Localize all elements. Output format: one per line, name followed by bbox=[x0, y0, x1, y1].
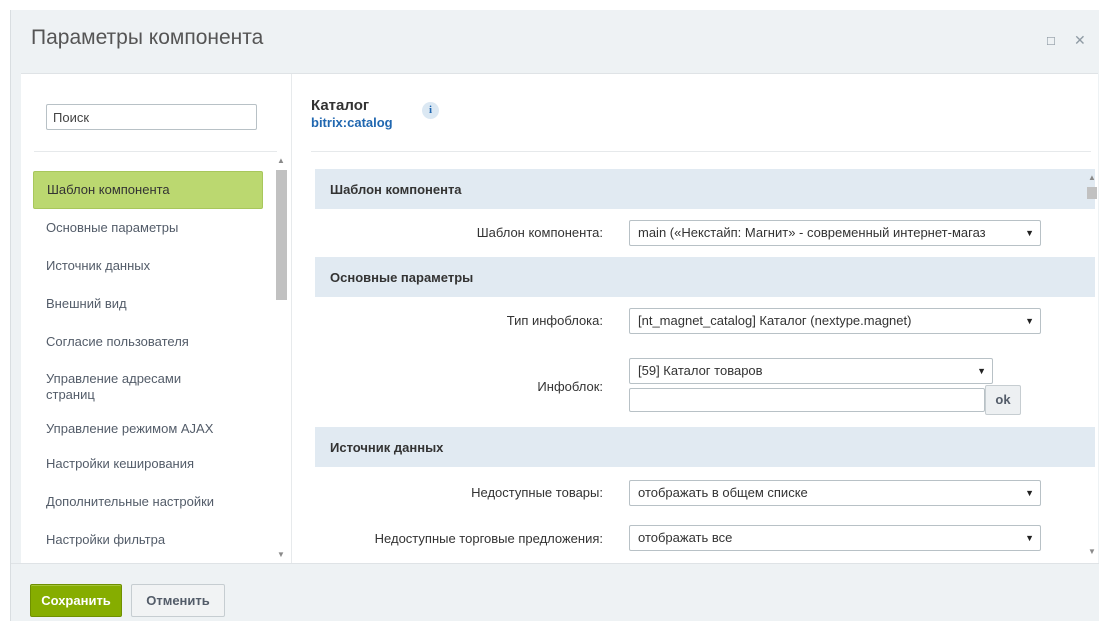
template-select[interactable]: main («Некстайп: Магнит» - современный и… bbox=[629, 220, 1041, 246]
scroll-up-icon[interactable]: ▲ bbox=[277, 156, 285, 165]
dropdown-arrow-icon: ▼ bbox=[1025, 533, 1034, 543]
iblock-type-select[interactable]: [nt_magnet_catalog] Каталог (nextype.mag… bbox=[629, 308, 1041, 334]
scrollbar-thumb[interactable] bbox=[1087, 187, 1097, 199]
scroll-up-icon[interactable]: ▲ bbox=[1088, 173, 1096, 182]
maximize-icon[interactable]: ☐ bbox=[1046, 35, 1056, 48]
ok-button[interactable]: ok bbox=[985, 385, 1021, 415]
cancel-button[interactable]: Отменить bbox=[131, 584, 225, 617]
main-panel: Каталог bitrix:catalog i Шаблон компонен… bbox=[293, 74, 1098, 564]
section-header-template: Шаблон компонента bbox=[315, 169, 1095, 209]
dropdown-arrow-icon: ▼ bbox=[977, 366, 986, 376]
section-header-source: Источник данных bbox=[315, 427, 1095, 467]
save-button[interactable]: Сохранить bbox=[30, 584, 122, 617]
param-label: Недоступные торговые предложения: bbox=[374, 531, 603, 546]
dropdown-arrow-icon: ▼ bbox=[1025, 228, 1034, 238]
dropdown-arrow-icon: ▼ bbox=[1025, 488, 1034, 498]
dialog-footer: Сохранить Отменить bbox=[11, 563, 1099, 621]
select-value: [nt_magnet_catalog] Каталог (nextype.mag… bbox=[638, 313, 912, 328]
sidebar-item-user-consent[interactable]: Согласие пользователя bbox=[33, 323, 263, 361]
sidebar: Шаблон компонента Основные параметры Ист… bbox=[21, 74, 292, 564]
dialog-title: Параметры компонента bbox=[31, 26, 264, 49]
param-label: Шаблон компонента: bbox=[476, 225, 603, 240]
param-row-iblock: Инфоблок: [59] Каталог товаров ▼ ok bbox=[315, 345, 1095, 427]
select-value: отображать все bbox=[638, 530, 733, 545]
scroll-down-icon[interactable]: ▼ bbox=[277, 550, 285, 559]
unavailable-offers-select[interactable]: отображать все ▼ bbox=[629, 525, 1041, 551]
iblock-select[interactable]: [59] Каталог товаров ▼ bbox=[629, 358, 993, 384]
iblock-id-input[interactable] bbox=[629, 388, 985, 412]
select-value: отображать в общем списке bbox=[638, 485, 808, 500]
param-row-template: Шаблон компонента: main («Некстайп: Магн… bbox=[315, 209, 1095, 257]
sidebar-item-caching[interactable]: Настройки кеширования bbox=[33, 445, 263, 483]
close-icon[interactable]: ✕ bbox=[1074, 32, 1086, 49]
dialog-content: Шаблон компонента Основные параметры Ист… bbox=[21, 73, 1098, 564]
parameters-list: Шаблон компонента Шаблон компонента: mai… bbox=[315, 169, 1095, 564]
info-icon[interactable]: i bbox=[422, 102, 439, 119]
sidebar-item-ajax-mode[interactable]: Управление режимом AJAX bbox=[33, 413, 263, 445]
sidebar-item-basic-params[interactable]: Основные параметры bbox=[33, 209, 263, 247]
sidebar-nav: Шаблон компонента Основные параметры Ист… bbox=[33, 171, 263, 559]
sidebar-item-template[interactable]: Шаблон компонента bbox=[33, 171, 263, 209]
sidebar-item-additional[interactable]: Дополнительные настройки bbox=[33, 483, 263, 521]
sidebar-item-appearance[interactable]: Внешний вид bbox=[33, 285, 263, 323]
section-header-basic: Основные параметры bbox=[315, 257, 1095, 297]
scroll-down-icon[interactable]: ▼ bbox=[1088, 547, 1096, 556]
sidebar-scrollbar[interactable]: ▲ ▼ bbox=[274, 152, 288, 564]
param-row-unavailable-offers: Недоступные торговые предложения: отобра… bbox=[315, 519, 1095, 564]
sidebar-item-data-source[interactable]: Источник данных bbox=[33, 247, 263, 285]
param-label: Инфоблок: bbox=[537, 379, 603, 394]
search-area bbox=[34, 96, 277, 152]
scrollbar-thumb[interactable] bbox=[276, 170, 287, 300]
select-value: main («Некстайп: Магнит» - современный и… bbox=[638, 225, 986, 240]
component-header: Каталог bitrix:catalog i bbox=[311, 97, 1091, 152]
param-label: Недоступные товары: bbox=[471, 485, 603, 500]
component-parameters-dialog: Параметры компонента ☐ ✕ Шаблон компонен… bbox=[10, 10, 1099, 621]
select-value: [59] Каталог товаров bbox=[638, 363, 763, 378]
param-row-iblock-type: Тип инфоблока: [nt_magnet_catalog] Катал… bbox=[315, 297, 1095, 345]
dialog-titlebar[interactable]: Параметры компонента ☐ ✕ bbox=[11, 10, 1099, 73]
param-row-unavailable: Недоступные товары: отображать в общем с… bbox=[315, 467, 1095, 519]
param-label: Тип инфоблока: bbox=[506, 313, 603, 328]
sidebar-item-filter[interactable]: Настройки фильтра bbox=[33, 521, 263, 559]
params-scrollbar[interactable]: ▲ ▼ bbox=[1086, 169, 1098, 564]
sidebar-item-url-management[interactable]: Управление адресами страниц bbox=[33, 361, 213, 413]
unavailable-select[interactable]: отображать в общем списке ▼ bbox=[629, 480, 1041, 506]
dropdown-arrow-icon: ▼ bbox=[1025, 316, 1034, 326]
search-input[interactable] bbox=[46, 104, 257, 130]
